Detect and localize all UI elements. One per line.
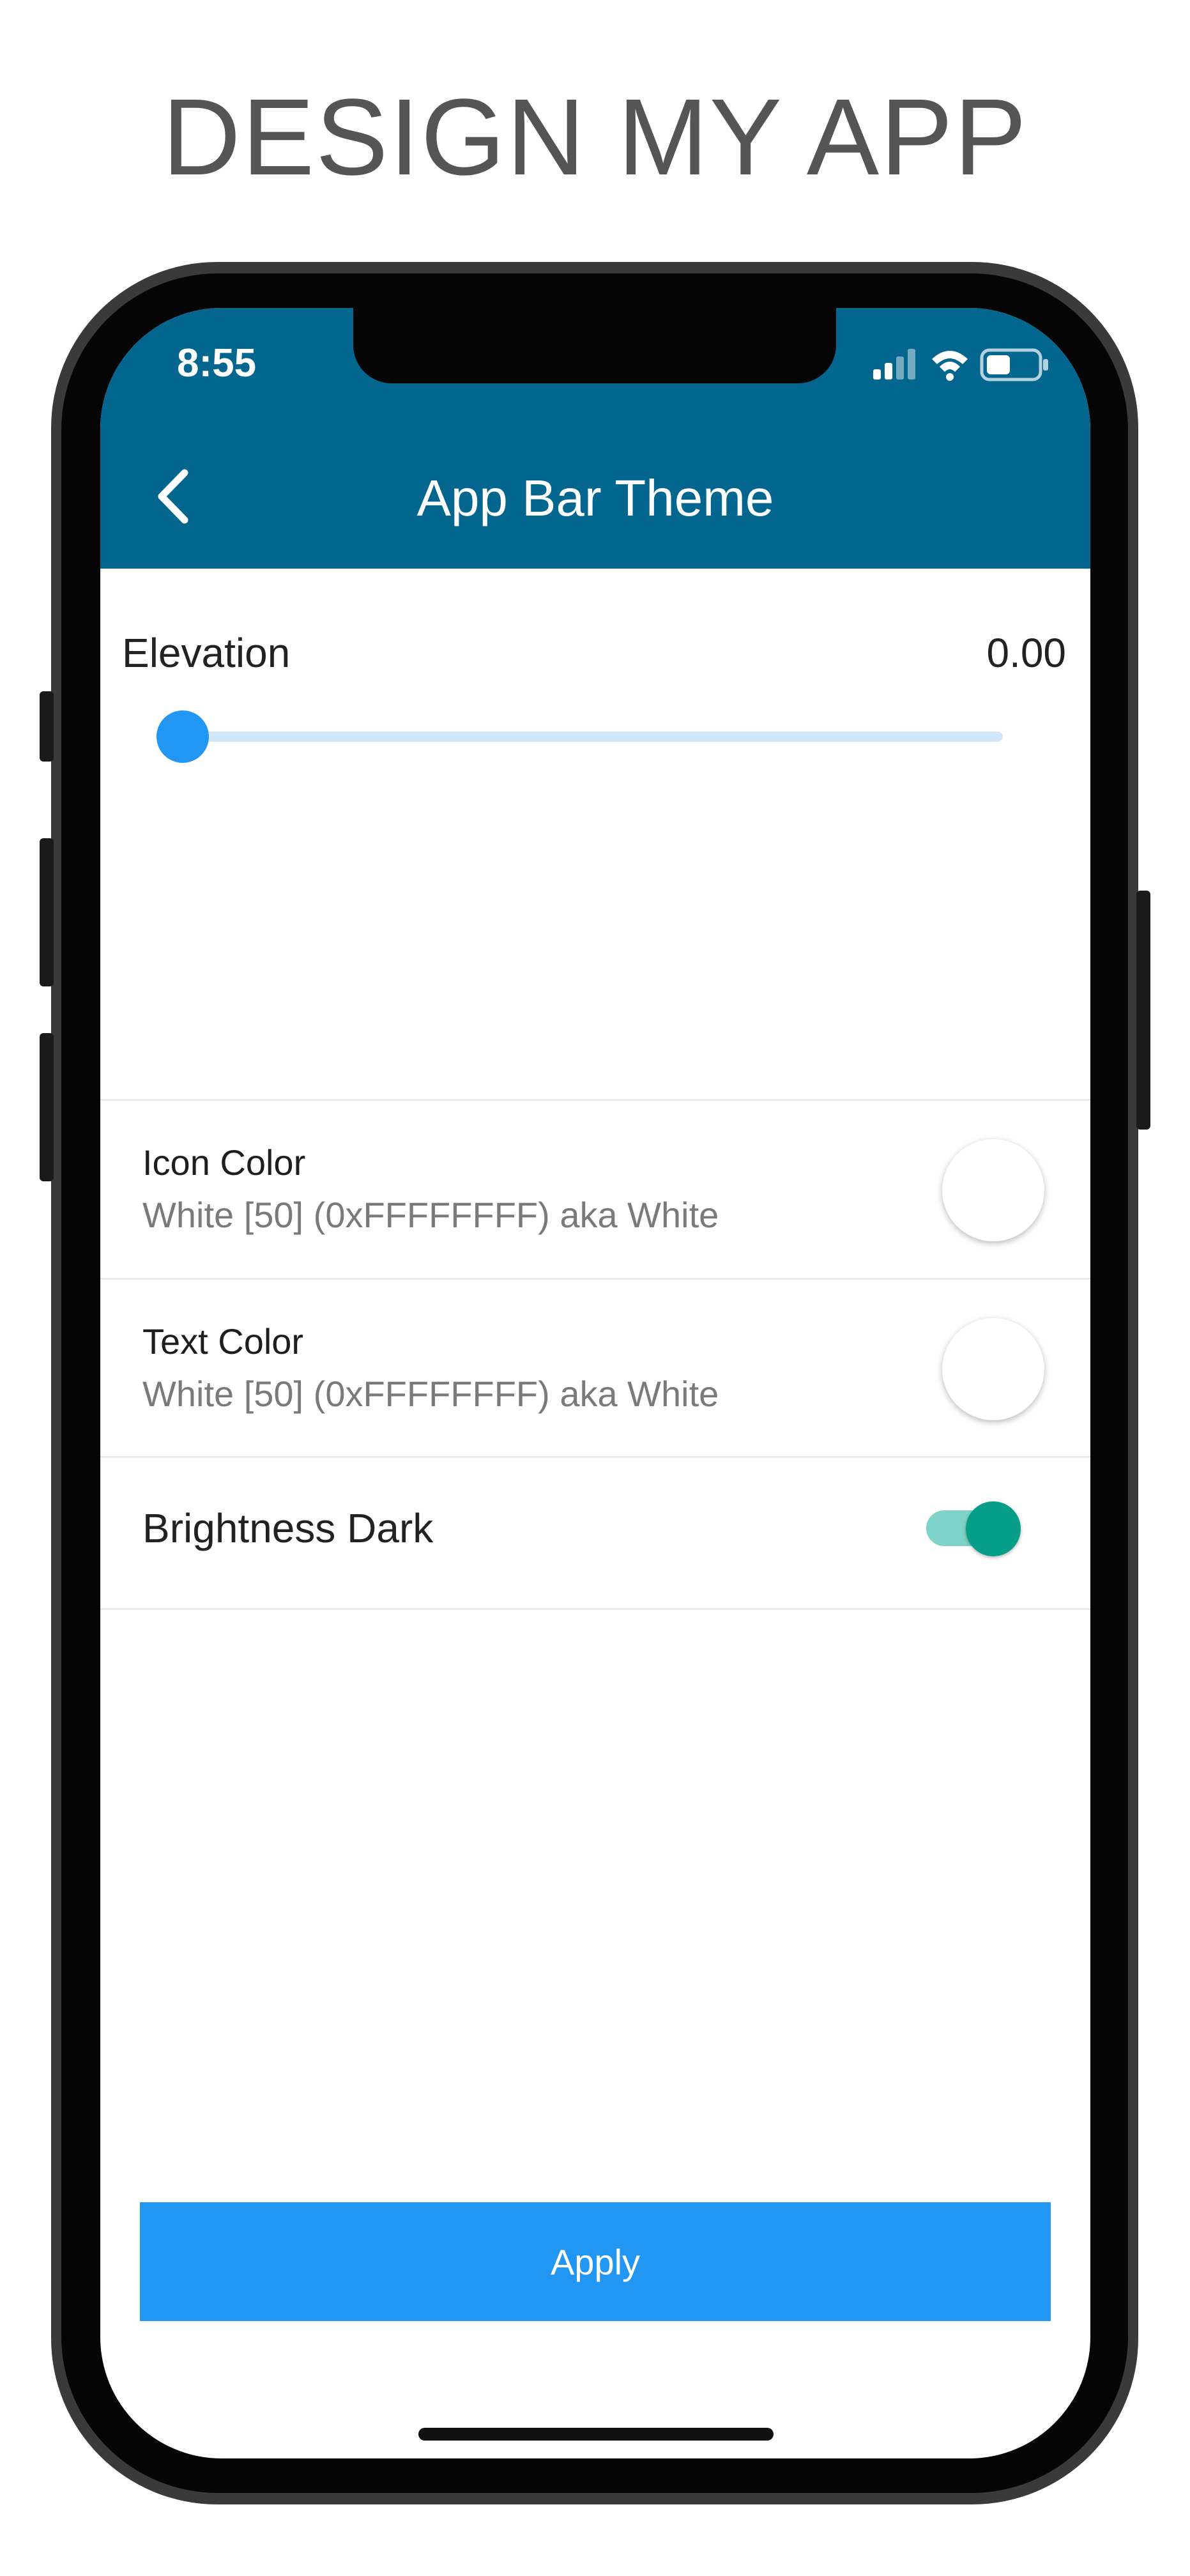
text-color-swatch[interactable] <box>942 1318 1044 1420</box>
app-bar-title: App Bar Theme <box>416 470 774 526</box>
silent-switch <box>40 691 54 762</box>
icon-color-row[interactable]: Icon Color White [50] (0xFFFFFFFF) aka W… <box>100 1101 1090 1278</box>
chevron-left-icon <box>158 469 188 524</box>
home-indicator <box>418 2428 774 2441</box>
app-screen: 8:55 App Bar Theme Elevation 0.00 Icon C… <box>100 308 1090 2458</box>
text-color-row[interactable]: Text Color White [50] (0xFFFFFFFF) aka W… <box>100 1280 1090 1457</box>
page-headline: DESIGN MY APP <box>162 77 1028 198</box>
elevation-value: 0.00 <box>986 630 1066 676</box>
brightness-dark-switch-thumb[interactable] <box>966 1501 1021 1556</box>
text-color-value: White [50] (0xFFFFFFFF) aka White <box>142 1374 719 1414</box>
app-bar: 8:55 App Bar Theme <box>100 308 1090 569</box>
icon-color-value: White [50] (0xFFFFFFFF) aka White <box>142 1195 719 1235</box>
icon-color-title: Icon Color <box>142 1142 306 1183</box>
battery-icon <box>980 348 1048 381</box>
divider <box>100 1456 1090 1458</box>
back-button[interactable] <box>139 461 209 532</box>
volume-up-button <box>40 838 54 986</box>
elevation-slider-track[interactable] <box>185 732 1003 742</box>
divider <box>100 1608 1090 1610</box>
camera-notch <box>353 308 836 383</box>
apply-button[interactable]: Apply <box>140 2202 1051 2321</box>
status-time: 8:55 <box>177 341 257 385</box>
signal-icon <box>873 349 915 379</box>
wifi-icon <box>932 351 968 381</box>
elevation-slider-thumb[interactable] <box>156 710 209 763</box>
status-icons <box>873 348 1048 381</box>
icon-color-swatch[interactable] <box>942 1139 1044 1241</box>
volume-down-button <box>40 1033 54 1181</box>
elevation-label: Elevation <box>122 630 291 676</box>
power-button <box>1136 891 1150 1130</box>
brightness-dark-label: Brightness Dark <box>142 1505 434 1551</box>
text-color-title: Text Color <box>142 1321 304 1361</box>
